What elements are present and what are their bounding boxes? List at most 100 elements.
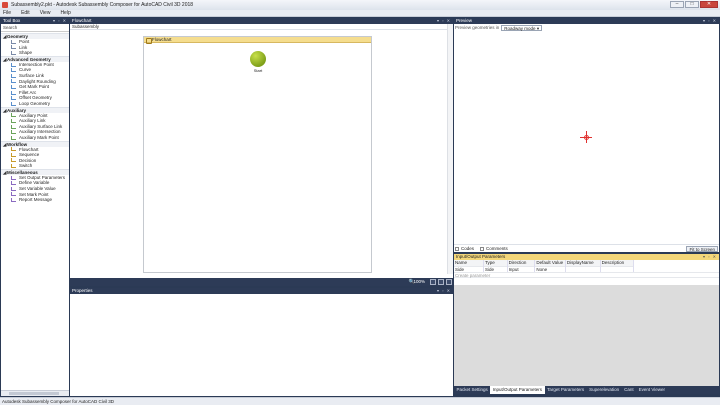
tool-icon <box>11 130 16 135</box>
flowchart-header: Flowchart ▾ ▫ ✕ <box>70 18 453 24</box>
menu-file[interactable]: File <box>3 10 11 16</box>
bottom-tabs: Packet Settings Input/Output Parameters Ta… <box>454 386 719 394</box>
toolbox-header: Tool Box ▾ ▫ ✕ <box>1 18 69 24</box>
properties-panel: Properties ▾ ▫ ✕ <box>70 288 453 396</box>
tool-icon <box>11 198 16 203</box>
toolbox-item-label: Switch <box>19 163 33 169</box>
tool-icon <box>11 186 16 191</box>
menu-edit[interactable]: Edit <box>21 10 30 16</box>
tool-icon <box>11 192 16 197</box>
tool-icon <box>11 84 16 89</box>
title-bar: Subassembly2.pkt - Autodesk Subassembly … <box>0 0 720 10</box>
tool-icon <box>11 118 16 123</box>
tool-icon <box>11 135 16 140</box>
panel-controls[interactable]: ▾ ▫ ✕ <box>53 18 67 24</box>
toolbox-item-label: Report Message <box>19 197 53 203</box>
start-label: Start <box>253 68 263 73</box>
toolbox-item[interactable]: Report Message <box>1 197 69 203</box>
bottom-tab[interactable]: Packet Settings <box>454 386 490 394</box>
flowchart-canvas[interactable]: Flowchart Start <box>143 36 372 273</box>
comments-checkbox[interactable]: Comments <box>480 246 508 251</box>
bottom-tab[interactable]: Input/Output Parameters <box>490 386 545 394</box>
bottom-tab[interactable]: Event Viewer <box>636 386 667 394</box>
menu-help[interactable]: Help <box>60 10 70 16</box>
menu-bar: File Edit View Help <box>0 10 720 17</box>
preview-mode-select[interactable]: Roadway mode ▾ <box>501 25 543 31</box>
tool-icon <box>11 124 16 129</box>
tool-icon <box>11 101 16 106</box>
scroll-thumb[interactable] <box>9 392 59 395</box>
tool-icon <box>11 96 16 101</box>
preview-panel: Preview ▾ ▫ ✕ Preview geometries in Road… <box>454 18 719 252</box>
preview-footer: Codes Comments Fit to Screen <box>454 244 719 252</box>
close-button[interactable]: ✕ <box>700 1 718 8</box>
panel-controls[interactable]: ▾ ▫ ✕ <box>437 288 451 294</box>
bottom-tab[interactable]: Target Parameters <box>545 386 587 394</box>
flowchart-statusbar: 🔍 100% <box>70 278 453 286</box>
tool-icon <box>11 79 16 84</box>
expand-icon[interactable] <box>446 279 452 285</box>
window-title: Subassembly2.pkt - Autodesk Subassembly … <box>11 2 194 8</box>
panel-controls[interactable]: ▾ ▫ ✕ <box>703 18 717 24</box>
tool-icon <box>11 90 16 95</box>
preview-mode-value: Roadway mode <box>504 26 536 31</box>
toolbox-title: Tool Box <box>3 18 21 23</box>
tool-icon <box>11 45 16 50</box>
toolbox-search-input[interactable]: Search <box>1 24 69 32</box>
toolbox-item[interactable]: Auxiliary Mark Point <box>1 135 69 141</box>
tool-icon <box>11 164 16 169</box>
maximize-button[interactable]: □ <box>685 1 699 8</box>
tool-icon <box>11 62 16 67</box>
toolbox-panel: Tool Box ▾ ▫ ✕ Search ◢Geometry Point Link… <box>1 18 69 396</box>
minimize-button[interactable]: – <box>670 1 684 8</box>
status-bar: Autodesk Subassembly Composer for AutoCA… <box>0 397 720 405</box>
io-parameters-header: Input/Output Parameters ▾ ▫ ✕ <box>454 254 719 260</box>
tool-icon <box>11 39 16 44</box>
toolbox-tree: ◢Geometry Point Link Shape ◢Advanced Geometr… <box>1 32 69 203</box>
column-header[interactable]: Default Value <box>534 260 566 266</box>
preview-mode-label: Preview geometries in <box>455 25 500 30</box>
toolbox-item-label: Loop Geometry <box>19 100 51 106</box>
toolbox-item-label: Auxiliary Mark Point <box>19 134 59 140</box>
preview-header: Preview ▾ ▫ ✕ <box>454 18 719 24</box>
io-empty-area <box>454 285 719 386</box>
io-parameters-title: Input/Output Parameters <box>456 254 506 259</box>
zoom-level[interactable]: 100% <box>413 279 425 284</box>
fit-view-icon[interactable] <box>438 279 444 285</box>
overview-icon[interactable] <box>430 279 436 285</box>
start-node[interactable] <box>250 51 266 67</box>
codes-label: Codes <box>461 246 475 251</box>
origin-crosshair-icon <box>580 131 592 143</box>
window-controls: – □ ✕ <box>670 1 718 8</box>
tool-icon <box>11 147 16 152</box>
io-parameters-table: Name Type Direction Default Value DisplayNam… <box>454 260 635 272</box>
tool-icon <box>11 50 16 55</box>
io-parameters-panel: Input/Output Parameters ▾ ▫ ✕ Name Type Di… <box>454 254 719 386</box>
preview-mode-row: Preview geometries in Roadway mode ▾ <box>454 24 719 32</box>
tool-icon <box>11 175 16 180</box>
bottom-tab[interactable]: Superelevation <box>587 386 622 394</box>
tool-icon <box>11 158 16 163</box>
bottom-tab[interactable]: Cant <box>622 386 637 394</box>
preview-title: Preview <box>456 18 473 23</box>
app-icon <box>2 2 8 8</box>
flowchart-scrollbar[interactable] <box>447 24 453 274</box>
flowchart-panel: Flowchart ▾ ▫ ✕ Subassembly Flowchart St… <box>70 18 453 286</box>
properties-title: Properties <box>72 288 93 293</box>
properties-header: Properties ▾ ▫ ✕ <box>70 288 453 294</box>
toolbox-scrollbar[interactable] <box>1 390 69 396</box>
tool-icon <box>11 113 16 118</box>
codes-checkbox[interactable]: Codes <box>455 246 474 251</box>
create-parameter-row[interactable]: Create parameter <box>454 272 719 278</box>
tool-icon <box>11 152 16 157</box>
tool-icon <box>11 73 16 78</box>
flowchart-container-header[interactable]: Flowchart <box>144 37 371 44</box>
panel-controls[interactable]: ▾ ▫ ✕ <box>703 254 717 260</box>
fit-to-screen-button[interactable]: Fit to Screen <box>686 246 718 252</box>
flowchart-title: Flowchart <box>72 18 92 23</box>
menu-view[interactable]: View <box>40 10 51 16</box>
breadcrumb[interactable]: Subassembly <box>70 24 453 30</box>
tool-icon <box>11 181 16 186</box>
comments-label: Comments <box>486 246 508 251</box>
tool-icon <box>11 68 16 73</box>
